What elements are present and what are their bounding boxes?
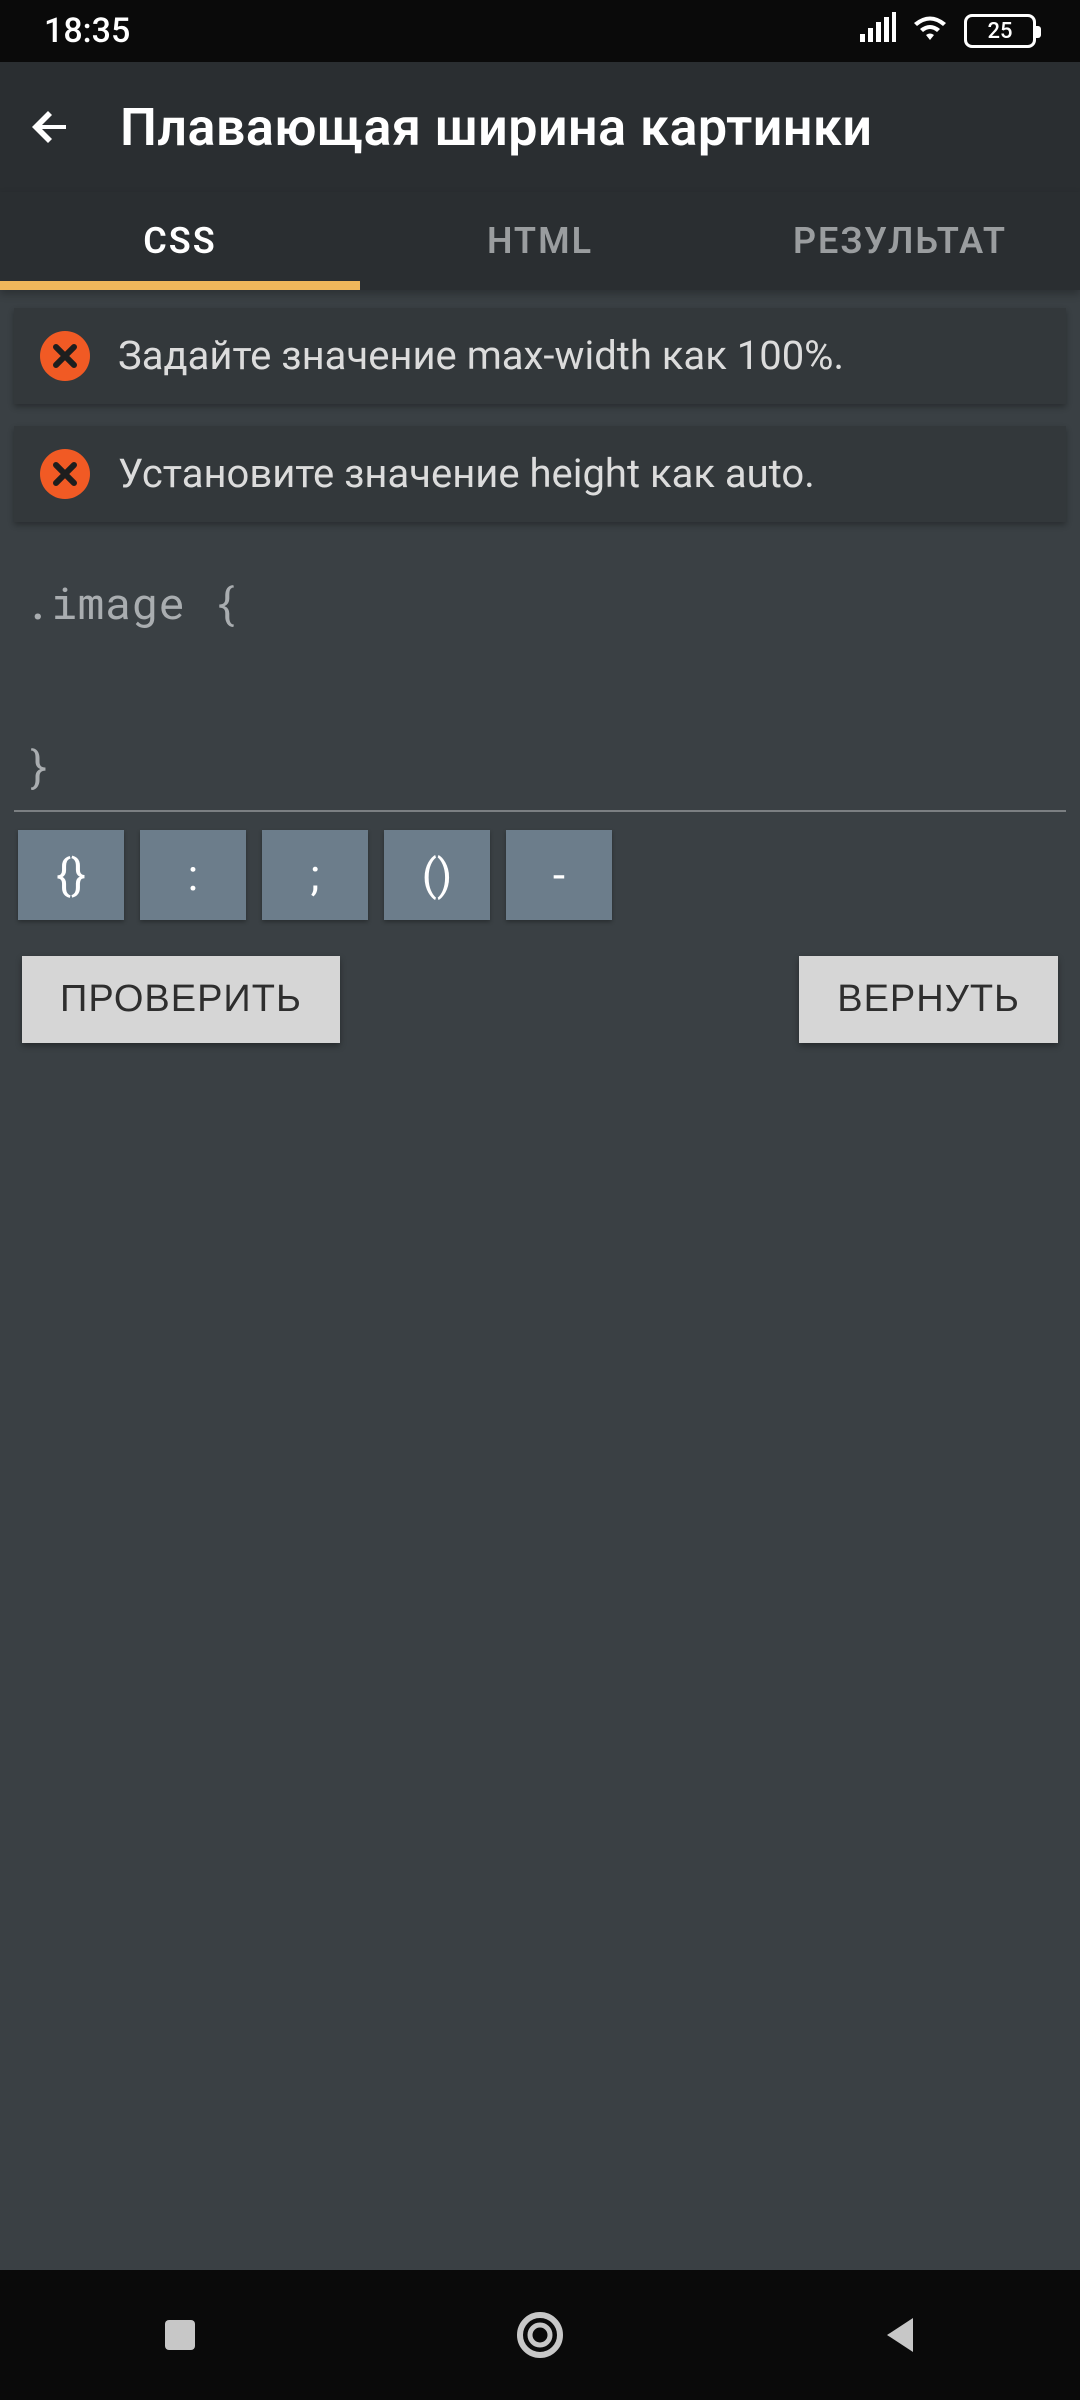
symbol-row: {} : ; () -	[14, 830, 1066, 920]
nav-bar	[0, 2270, 1080, 2400]
hint-card: Задайте значение max-width как 100%.	[14, 308, 1066, 404]
triangle-icon	[881, 2314, 919, 2356]
hint-text: Установите значение height как auto.	[118, 448, 815, 500]
circle-icon	[514, 2309, 566, 2361]
nav-home-button[interactable]	[510, 2305, 570, 2365]
check-button[interactable]: ПРОВЕРИТЬ	[22, 956, 340, 1043]
symbol-key-parens[interactable]: ()	[384, 830, 490, 920]
back-arrow-icon	[28, 103, 76, 151]
status-time: 18:35	[44, 11, 130, 51]
square-icon	[161, 2316, 199, 2354]
content: Задайте значение max-width как 100%. Уст…	[0, 290, 1080, 1043]
error-icon	[40, 449, 90, 499]
code-editor[interactable]: .image { }	[14, 544, 1066, 812]
hint-card: Установите значение height как auto.	[14, 426, 1066, 522]
revert-button[interactable]: ВЕРНУТЬ	[799, 956, 1058, 1043]
signal-icon	[860, 11, 896, 51]
tab-css[interactable]: CSS	[0, 192, 360, 290]
action-row: ПРОВЕРИТЬ ВЕРНУТЬ	[14, 920, 1066, 1043]
status-right: 25	[860, 11, 1036, 51]
hint-text: Задайте значение max-width как 100%.	[118, 330, 844, 382]
tabs: CSS HTML РЕЗУЛЬТАТ	[0, 192, 1080, 290]
tab-result[interactable]: РЕЗУЛЬТАТ	[720, 192, 1080, 290]
nav-recent-button[interactable]	[150, 2305, 210, 2365]
battery-icon: 25	[964, 14, 1036, 48]
app-bar: Плавающая ширина картинки	[0, 62, 1080, 192]
symbol-key-braces[interactable]: {}	[18, 830, 124, 920]
status-bar: 18:35 25	[0, 0, 1080, 62]
wifi-icon	[910, 11, 950, 51]
symbol-key-colon[interactable]: :	[140, 830, 246, 920]
tab-html[interactable]: HTML	[360, 192, 720, 290]
nav-back-button[interactable]	[870, 2305, 930, 2365]
symbol-key-dash[interactable]: -	[506, 830, 612, 920]
symbol-key-semicolon[interactable]: ;	[262, 830, 368, 920]
page-title: Плавающая ширина картинки	[120, 97, 873, 158]
error-icon	[40, 331, 90, 381]
back-button[interactable]	[24, 99, 80, 155]
